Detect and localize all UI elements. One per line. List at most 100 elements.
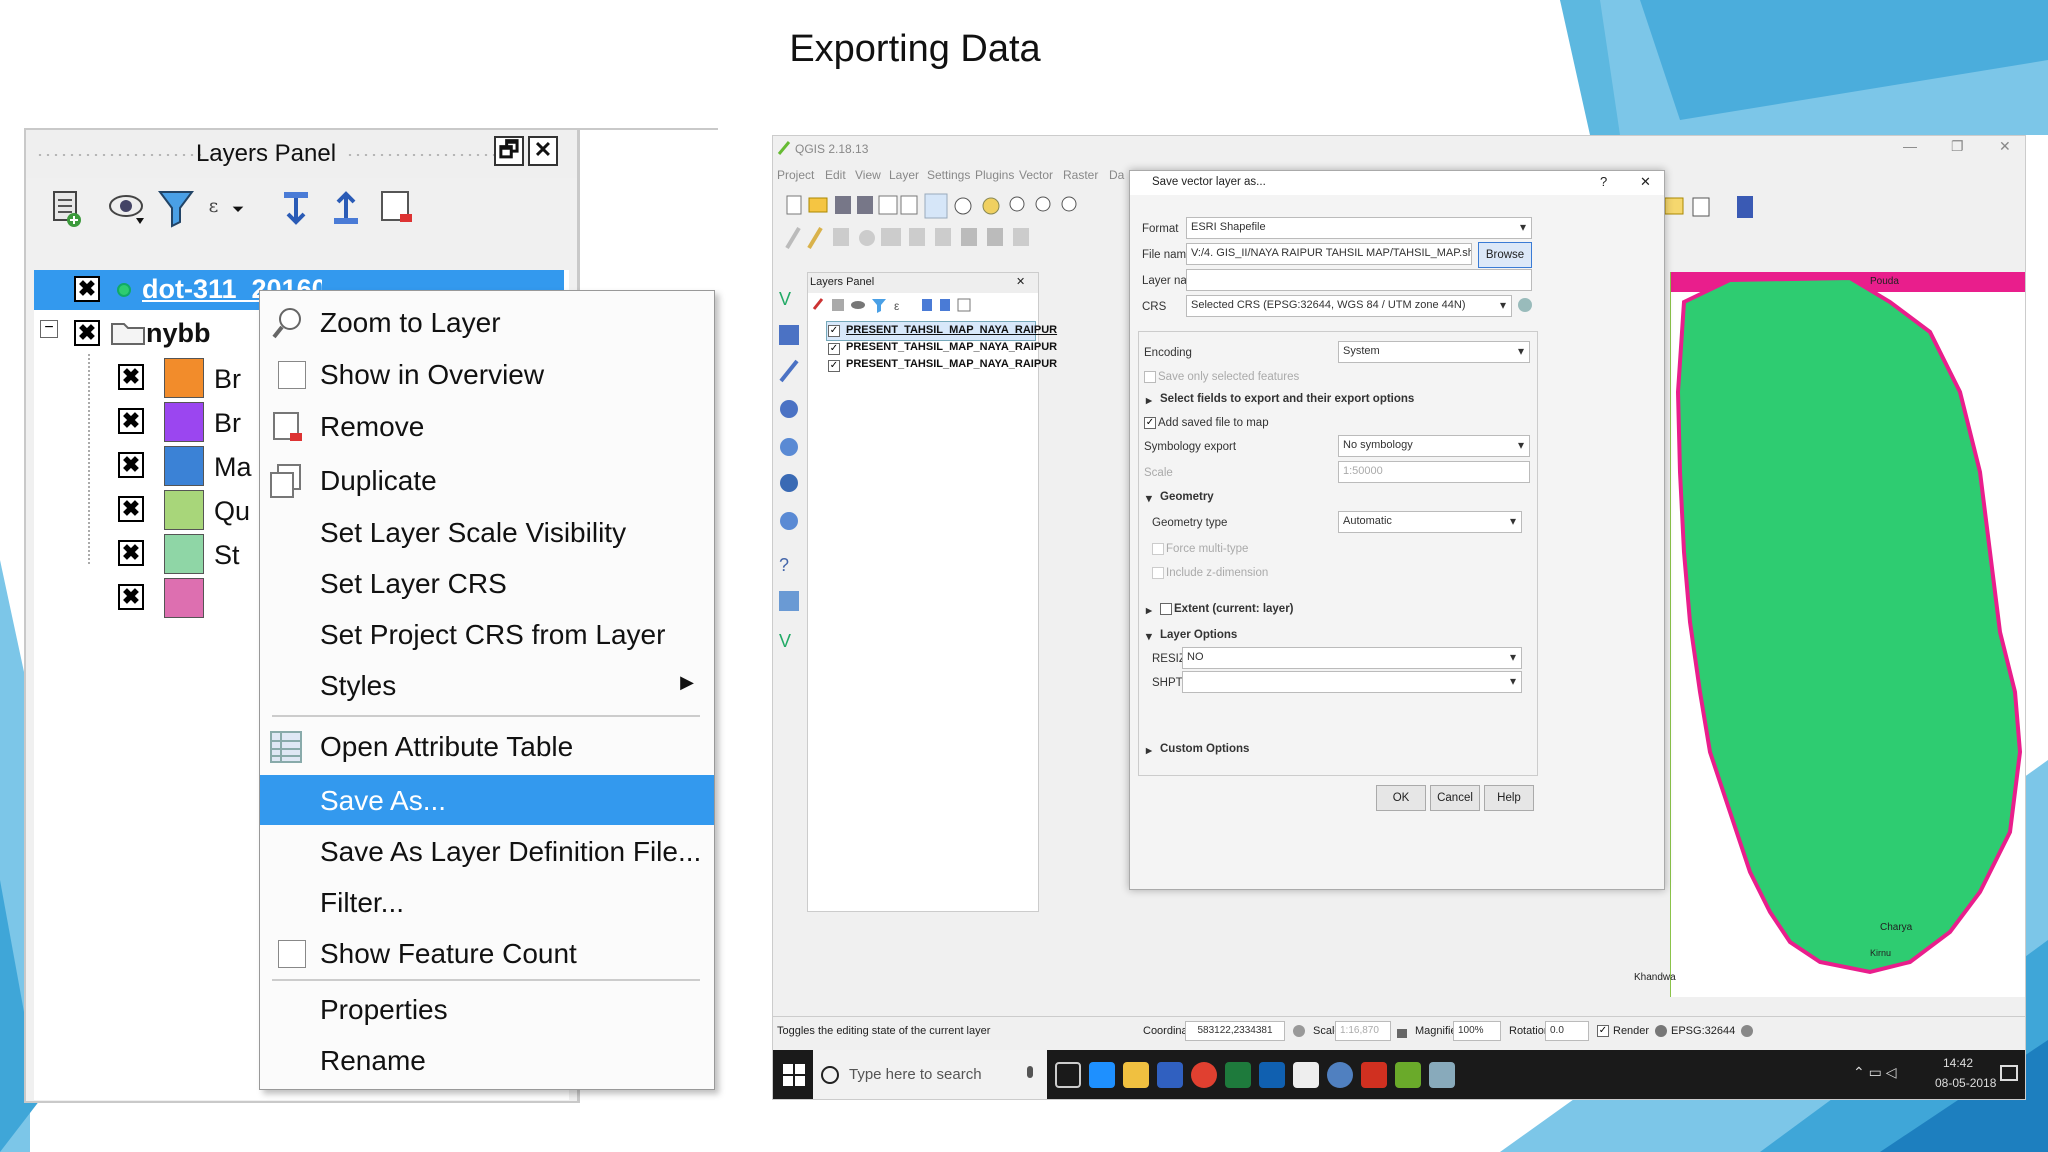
windows-start-icon[interactable]: [783, 1064, 807, 1088]
powerpoint-icon[interactable]: [1361, 1062, 1387, 1088]
include-z-checkbox[interactable]: [1152, 567, 1164, 579]
menu-item-set-layer-crs[interactable]: Set Layer CRS: [260, 558, 714, 608]
collapse-all-icon[interactable]: [326, 184, 366, 232]
ok-button[interactable]: OK: [1376, 785, 1426, 811]
rotation-field[interactable]: 0.0: [1545, 1021, 1589, 1041]
crs-select[interactable]: Selected CRS (EPSG:32644, WGS 84 / UTM z…: [1186, 295, 1512, 317]
magnifier-field[interactable]: 100%: [1453, 1021, 1501, 1041]
add-saved-checkbox[interactable]: ✓: [1144, 417, 1156, 429]
messages-icon[interactable]: [1739, 1023, 1755, 1039]
sublayer-checkbox[interactable]: ✖: [118, 584, 144, 610]
save-selected-checkbox[interactable]: [1144, 371, 1156, 383]
float-panel-button[interactable]: 🗗: [494, 136, 524, 166]
menu-item-set-scale-visibility[interactable]: Set Layer Scale Visibility: [260, 507, 714, 557]
menu-item-duplicate[interactable]: Duplicate: [260, 455, 714, 505]
format-select[interactable]: ESRI Shapefile: [1186, 217, 1532, 239]
sublayer-checkbox[interactable]: ✖: [118, 452, 144, 478]
geometry-type-select[interactable]: Automatic: [1338, 511, 1522, 533]
geometry-expander[interactable]: ▾: [1146, 491, 1152, 505]
layer-visibility-checkbox[interactable]: ✖: [74, 276, 100, 302]
dialog-close-button[interactable]: ✕: [1640, 174, 1651, 190]
qgis-layer-checkbox[interactable]: ✓: [828, 343, 840, 355]
menu-settings[interactable]: Settings: [927, 168, 970, 182]
filter-icon[interactable]: [156, 184, 196, 232]
sublayer-row[interactable]: ✖ St: [34, 534, 240, 576]
lock-icon[interactable]: [1395, 1023, 1409, 1039]
tray-icons[interactable]: ⌃ ▭ ◁: [1853, 1064, 1897, 1081]
taskbar-search-box[interactable]: Type here to search: [813, 1050, 1047, 1099]
mail-icon[interactable]: [1293, 1062, 1319, 1088]
add-group-icon[interactable]: [46, 184, 86, 232]
symbology-select[interactable]: No symbology: [1338, 435, 1530, 457]
minimize-button[interactable]: —: [1903, 138, 1917, 154]
resize-select[interactable]: NO: [1182, 647, 1522, 669]
remove-layer-icon[interactable]: [376, 184, 416, 232]
menu-edit[interactable]: Edit: [825, 168, 846, 182]
qgis-browser-taskbar-icon[interactable]: [1429, 1062, 1455, 1088]
sublayer-row[interactable]: ✖ Ma: [34, 446, 252, 488]
overview-checkbox[interactable]: [278, 361, 306, 389]
edge-browser-icon[interactable]: [1089, 1062, 1115, 1088]
menu-vector[interactable]: Vector: [1019, 168, 1053, 182]
outlook-icon[interactable]: [1259, 1062, 1285, 1088]
layer-options-expander[interactable]: ▾: [1146, 629, 1152, 643]
custom-options-expander[interactable]: ▸: [1146, 743, 1152, 757]
scale-field[interactable]: 1:16,870: [1335, 1021, 1391, 1041]
extent-expander[interactable]: ▸: [1146, 603, 1152, 617]
restore-button[interactable]: ❐: [1951, 138, 1964, 155]
qgis-layers-panel-close[interactable]: ✕: [1016, 275, 1025, 288]
sublayer-checkbox[interactable]: ✖: [118, 540, 144, 566]
excel-icon[interactable]: [1225, 1062, 1251, 1088]
menu-item-set-project-crs[interactable]: Set Project CRS from Layer: [260, 609, 714, 659]
taskbar-time[interactable]: 14:42: [1943, 1056, 1973, 1070]
qgis-layer-checkbox[interactable]: ✓: [828, 360, 840, 372]
expression-filter-icon[interactable]: ε: [206, 184, 246, 232]
menu-item-zoom-to-layer[interactable]: Zoom to Layer: [260, 297, 714, 347]
browse-button[interactable]: Browse: [1478, 242, 1532, 268]
help-button[interactable]: Help: [1484, 785, 1534, 811]
menu-project[interactable]: Project: [777, 168, 814, 182]
drag-grip[interactable]: [346, 152, 496, 158]
qgis-layer-checkbox[interactable]: ✓: [828, 325, 840, 337]
visibility-eye-icon[interactable]: [106, 184, 146, 232]
menu-database[interactable]: Da: [1109, 168, 1124, 182]
menu-view[interactable]: View: [855, 168, 881, 182]
layer-name-input[interactable]: [1186, 269, 1532, 291]
menu-item-rename[interactable]: Rename: [260, 1035, 714, 1085]
menu-item-save-as[interactable]: Save As...: [260, 775, 714, 825]
map-canvas[interactable]: Pouda Khandwa Charya Kirnu: [1634, 272, 2025, 997]
render-checkbox[interactable]: ✓: [1597, 1025, 1609, 1037]
cancel-button[interactable]: Cancel: [1430, 785, 1480, 811]
menu-item-remove[interactable]: Remove: [260, 401, 714, 451]
notification-icon[interactable]: [1999, 1064, 2019, 1086]
menu-item-filter[interactable]: Filter...: [260, 877, 714, 927]
chrome-icon[interactable]: [1191, 1062, 1217, 1088]
menu-item-properties[interactable]: Properties: [260, 984, 714, 1034]
sublayer-row[interactable]: ✖ Br: [34, 402, 241, 444]
crs-status[interactable]: EPSG:32644: [1671, 1025, 1735, 1037]
task-view-icon[interactable]: [1055, 1062, 1081, 1088]
encoding-select[interactable]: System: [1338, 341, 1530, 363]
close-window-button[interactable]: ✕: [1999, 138, 2011, 155]
select-fields-expander[interactable]: ▸: [1146, 393, 1152, 407]
menu-item-show-feature-count[interactable]: Show Feature Count: [260, 928, 714, 978]
close-panel-button[interactable]: ✕: [528, 136, 558, 166]
qgis-taskbar-icon[interactable]: [1395, 1062, 1421, 1088]
menu-item-styles[interactable]: Styles ▶: [260, 660, 714, 710]
expand-all-icon[interactable]: [276, 184, 316, 232]
sublayer-row[interactable]: ✖ Qu: [34, 490, 250, 532]
sublayer-row[interactable]: ✖ Br: [34, 358, 241, 400]
file-explorer-icon[interactable]: [1123, 1062, 1149, 1088]
menu-item-save-as-layer-definition[interactable]: Save As Layer Definition File...: [260, 826, 714, 876]
menu-plugins[interactable]: Plugins: [975, 168, 1014, 182]
globe-app-icon[interactable]: [1327, 1062, 1353, 1088]
sublayer-checkbox[interactable]: ✖: [118, 496, 144, 522]
feature-count-checkbox[interactable]: [278, 940, 306, 968]
sublayer-checkbox[interactable]: ✖: [118, 364, 144, 390]
app-icon[interactable]: [1157, 1062, 1183, 1088]
sublayer-row[interactable]: ✖: [34, 578, 234, 620]
filename-input[interactable]: V:/4. GIS_II/NAYA RAIPUR TAHSIL MAP/TAHS…: [1186, 243, 1472, 265]
collapse-toggle[interactable]: −: [40, 320, 58, 338]
crs-picker-icon[interactable]: [1516, 295, 1534, 315]
extents-toggle-icon[interactable]: [1291, 1023, 1307, 1039]
